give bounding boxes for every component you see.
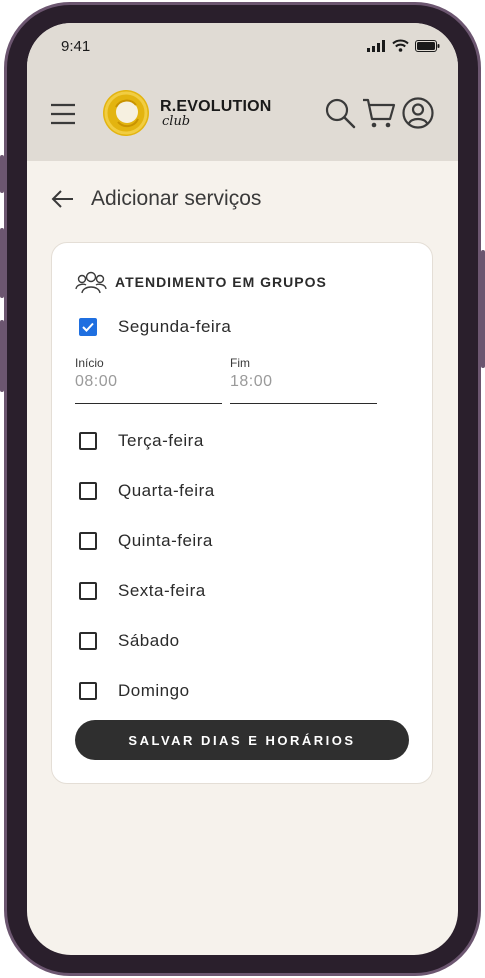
day-label: Quinta-feira — [118, 531, 213, 550]
start-time-field: Início — [75, 356, 222, 404]
logo-ring-icon — [103, 90, 149, 136]
logo[interactable]: R.EVOLUTION club — [100, 87, 272, 139]
day-row-domingo[interactable]: Domingo — [79, 681, 190, 701]
side-button — [0, 155, 4, 193]
day-label: Domingo — [118, 681, 190, 700]
day-label: Sábado — [118, 631, 180, 650]
day-label: Quarta-feira — [118, 481, 215, 500]
day-row-terca[interactable]: Terça-feira — [79, 431, 204, 451]
checkbox-sabado[interactable] — [79, 632, 97, 650]
day-row-quinta[interactable]: Quinta-feira — [79, 531, 213, 551]
group-icon — [75, 271, 107, 294]
day-label: Segunda-feira — [118, 317, 232, 336]
signal-icon — [367, 39, 385, 52]
logo-text: R.EVOLUTION club — [160, 97, 272, 129]
side-button — [0, 320, 4, 392]
logo-sub: club — [162, 113, 191, 129]
side-button — [0, 228, 4, 298]
check-icon — [82, 322, 94, 332]
end-time-label: Fim — [230, 356, 250, 370]
section-title: ATENDIMENTO EM GRUPOS — [115, 274, 327, 290]
back-arrow-icon[interactable] — [51, 189, 75, 209]
menu-icon[interactable] — [50, 102, 76, 126]
section-header: ATENDIMENTO EM GRUPOS — [75, 270, 327, 294]
status-icons — [367, 39, 440, 52]
page-title-row: Adicionar serviços — [51, 187, 261, 211]
checkbox-domingo[interactable] — [79, 682, 97, 700]
day-label: Sexta-feira — [118, 581, 206, 600]
checkbox-quinta[interactable] — [79, 532, 97, 550]
day-row-sexta[interactable]: Sexta-feira — [79, 581, 206, 601]
checkbox-terca[interactable] — [79, 432, 97, 450]
checkbox-segunda[interactable] — [79, 318, 97, 336]
end-time-field: Fim — [230, 356, 377, 404]
search-icon[interactable] — [324, 97, 356, 129]
schedule-card: ATENDIMENTO EM GRUPOS Segunda-feira Iníc… — [51, 242, 433, 784]
app-header: R.EVOLUTION club — [27, 71, 458, 161]
save-schedule-button[interactable]: SALVAR DIAS E HORÁRIOS — [75, 720, 409, 760]
day-row-quarta[interactable]: Quarta-feira — [79, 481, 215, 501]
cart-icon[interactable] — [362, 97, 396, 129]
day-row-sabado[interactable]: Sábado — [79, 631, 180, 651]
logo-name: R.EVOLUTION — [160, 97, 272, 115]
start-time-label: Início — [75, 356, 104, 370]
page-title: Adicionar serviços — [91, 187, 262, 210]
wifi-icon — [392, 39, 409, 52]
checkbox-sexta[interactable] — [79, 582, 97, 600]
start-time-input[interactable] — [75, 373, 222, 391]
battery-icon — [415, 39, 440, 52]
end-time-input[interactable] — [230, 373, 377, 391]
screen: 9:41 R.EVOLUTION club Adicionar serviços… — [27, 23, 458, 955]
user-icon[interactable] — [402, 97, 434, 129]
day-label: Terça-feira — [118, 431, 204, 450]
status-time: 9:41 — [61, 38, 91, 55]
side-button — [481, 250, 485, 368]
day-row-segunda[interactable]: Segunda-feira — [79, 317, 231, 337]
checkbox-quarta[interactable] — [79, 482, 97, 500]
status-bar: 9:41 — [27, 23, 458, 71]
